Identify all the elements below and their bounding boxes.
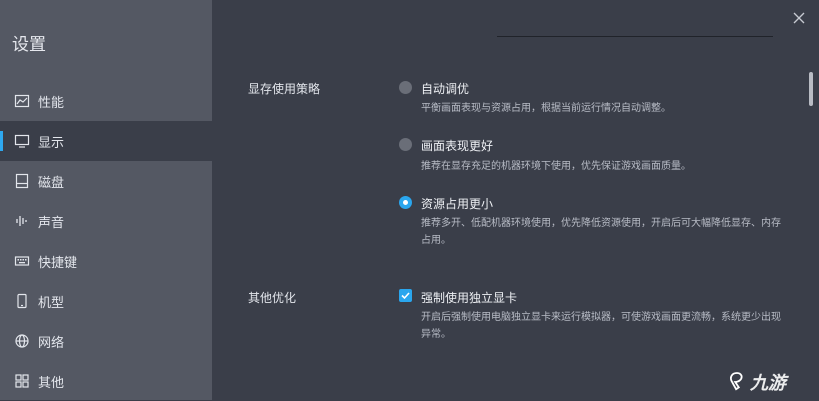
sidebar-item-network[interactable]: 网络 <box>0 321 212 361</box>
sidebar-item-label: 性能 <box>38 95 65 111</box>
scrollbar-thumb[interactable] <box>809 72 813 106</box>
option-desc-auto-tune: 平衡画面表现与资源占用，根据当前运行情况自动调整。 <box>421 103 671 114</box>
sidebar-item-label: 磁盘 <box>38 175 65 191</box>
settings-title: 设置 <box>12 35 46 55</box>
sidebar-item-label: 机型 <box>38 295 65 311</box>
keyboard-icon <box>14 253 30 269</box>
performance-chart-icon <box>14 93 30 109</box>
radio-less-resources[interactable] <box>399 196 412 209</box>
sidebar-item-performance[interactable]: 性能 <box>0 81 212 121</box>
option-label-auto-tune: 自动调优 <box>421 82 470 96</box>
option-desc-better-visuals: 推荐在显存充足的机器环境下使用，优先保证游戏画面质量。 <box>421 161 691 172</box>
sidebar-item-display[interactable]: 显示 <box>0 121 212 161</box>
disk-icon <box>14 173 30 189</box>
section-label-other-optimization: 其他优化 <box>248 291 297 305</box>
sidebar-item-device-model[interactable]: 机型 <box>0 281 212 321</box>
sidebar-item-disk[interactable]: 磁盘 <box>0 161 212 201</box>
nine-game-logo-icon <box>730 372 743 391</box>
section-label-memory-strategy: 显存使用策略 <box>248 82 321 96</box>
sidebar-item-shortcuts[interactable]: 快捷键 <box>0 241 212 281</box>
monitor-icon <box>14 133 30 149</box>
settings-sidebar: 设置 性能 显示 磁盘 声音 快捷键 机型 网络 其他 <box>0 0 212 400</box>
phone-icon <box>14 293 30 309</box>
sidebar-item-label: 其他 <box>38 375 65 391</box>
checkbox-force-dedicated-gpu[interactable] <box>399 289 412 302</box>
sidebar-item-label: 网络 <box>38 335 65 351</box>
sidebar-item-label: 快捷键 <box>38 255 78 271</box>
watermark-text: 九游 <box>750 373 786 394</box>
option-label-force-dedicated-gpu: 强制使用独立显卡 <box>421 291 518 305</box>
close-icon <box>793 12 805 24</box>
close-button[interactable] <box>791 10 807 26</box>
checkmark-icon <box>401 292 410 300</box>
header-divider <box>497 36 773 37</box>
radio-better-visuals[interactable] <box>399 138 412 151</box>
option-desc-force-dedicated-gpu: 开启后强制使用电脑独立显卡来运行模拟器，可使游戏画面更流畅，系统更少出现异常。 <box>421 312 781 340</box>
sidebar-item-label: 显示 <box>38 135 65 151</box>
sidebar-item-label: 声音 <box>38 215 65 231</box>
sound-wave-icon <box>14 213 30 229</box>
watermark-logo: 九游 <box>728 368 814 396</box>
globe-icon <box>14 333 30 349</box>
option-label-better-visuals: 画面表现更好 <box>421 139 494 153</box>
radio-auto-tune[interactable] <box>399 81 412 94</box>
sidebar-item-other[interactable]: 其他 <box>0 361 212 401</box>
option-label-less-resources: 资源占用更小 <box>421 197 494 211</box>
sidebar-item-sound[interactable]: 声音 <box>0 201 212 241</box>
grid-icon <box>14 373 30 389</box>
option-desc-less-resources: 推荐多开、低配机器环境使用，优先降低资源使用，开启后可大幅降低显存、内存占用。 <box>421 218 781 246</box>
